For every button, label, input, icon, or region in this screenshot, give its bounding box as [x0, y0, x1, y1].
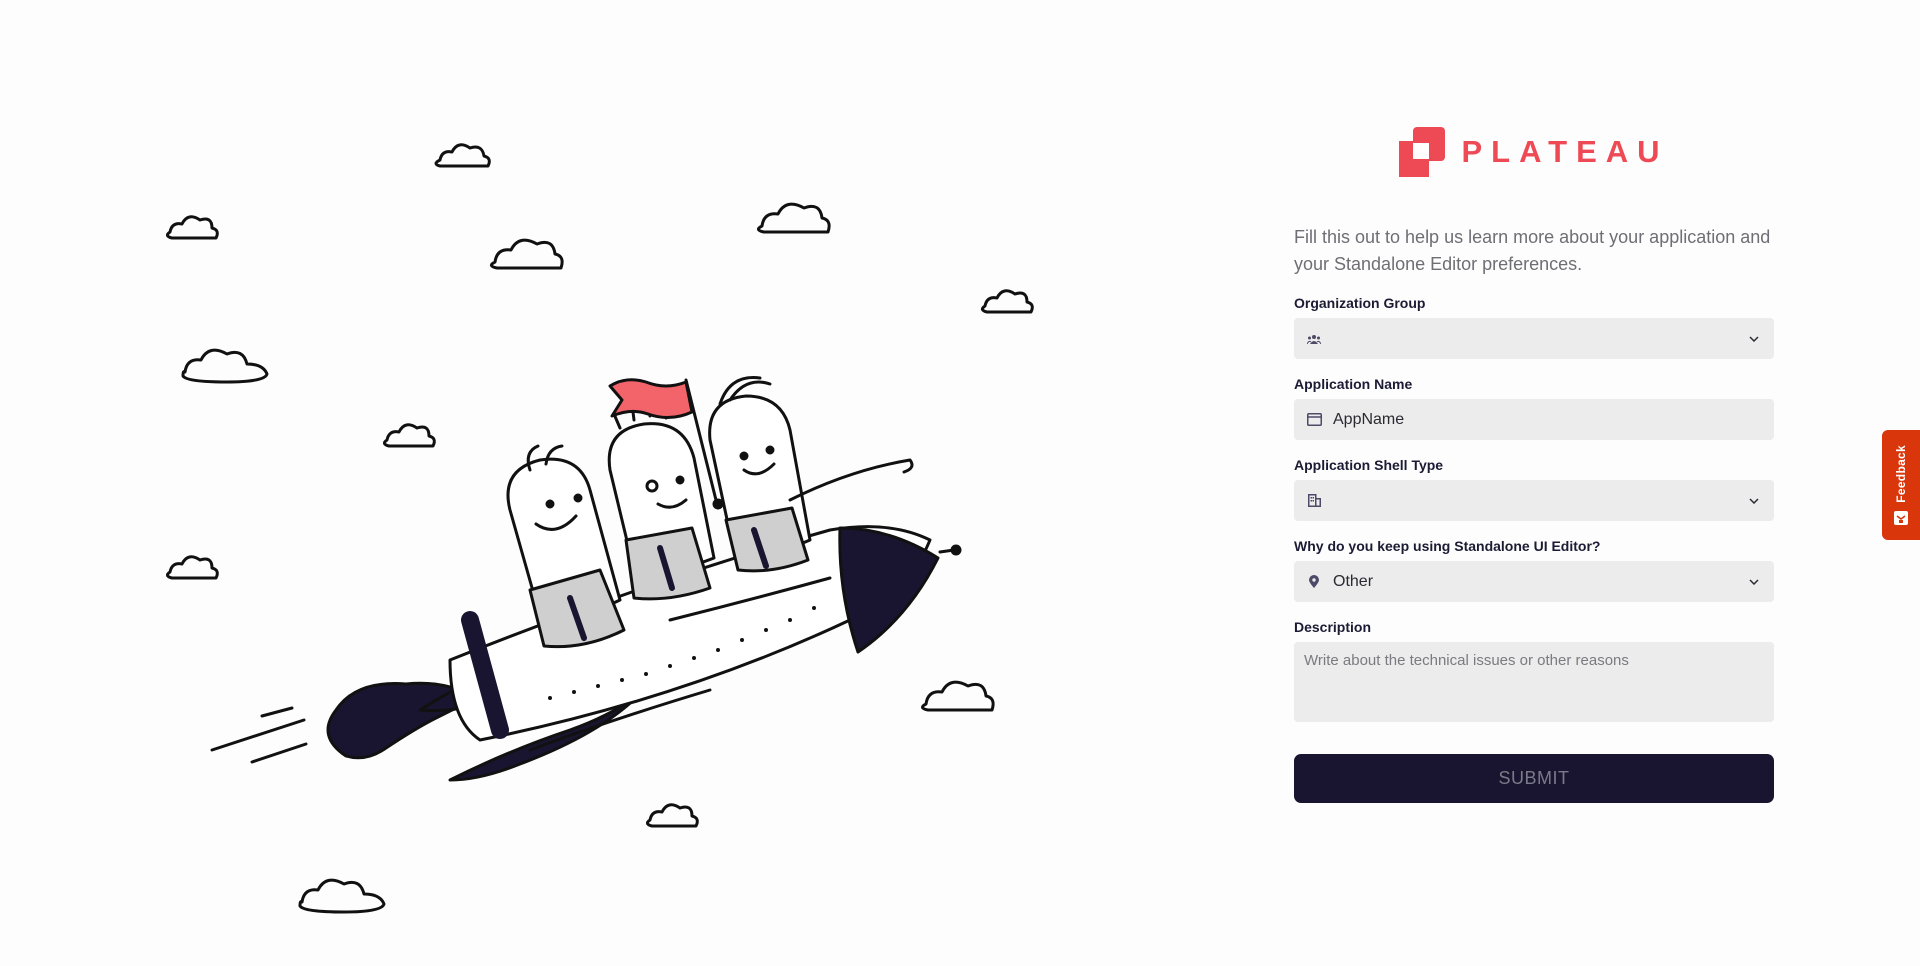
feedback-chat-icon [1894, 510, 1908, 525]
brand-logo: PLATEAU [1294, 124, 1774, 180]
page: PLATEAU Fill this out to help us learn m… [0, 0, 1920, 966]
person-left [506, 444, 626, 649]
cloud-icon [645, 803, 699, 828]
reason-field: Why do you keep using Standalone UI Edit… [1294, 537, 1774, 602]
cloud-icon [382, 423, 436, 448]
feedback-tab[interactable]: Feedback [1882, 430, 1920, 540]
cloud-icon [921, 680, 995, 712]
description-textarea-wrap [1294, 642, 1774, 722]
application-shell-type-select[interactable] [1294, 480, 1774, 521]
application-name-input-wrap [1294, 399, 1774, 440]
cloud-icon [298, 878, 386, 914]
cloud-icon [165, 555, 219, 580]
cloud-icon [490, 238, 564, 270]
application-name-input[interactable] [1333, 410, 1774, 429]
application-form-panel: PLATEAU Fill this out to help us learn m… [1294, 124, 1774, 803]
reason-label: Why do you keep using Standalone UI Edit… [1294, 538, 1601, 554]
cloud-icon [181, 348, 269, 384]
chevron-down-icon [1746, 493, 1762, 509]
cloud-icon [980, 289, 1034, 314]
description-field: Description [1294, 618, 1774, 722]
description-textarea[interactable] [1304, 652, 1764, 712]
cloud-icon [165, 215, 219, 240]
application-shell-type-field: Application Shell Type [1294, 456, 1774, 521]
people-group-icon [1306, 331, 1322, 347]
submit-button[interactable]: SUBMIT [1294, 754, 1774, 803]
organization-group-select[interactable] [1294, 318, 1774, 359]
application-name-label: Application Name [1294, 376, 1413, 392]
application-shell-type-label: Application Shell Type [1294, 457, 1444, 473]
map-pin-icon [1306, 574, 1322, 590]
description-label: Description [1294, 619, 1372, 635]
cloud-icon [434, 143, 491, 168]
chevron-down-icon [1746, 331, 1762, 347]
plateau-logo-icon [1399, 127, 1446, 177]
building-icon [1306, 493, 1322, 509]
window-icon [1306, 412, 1322, 428]
organization-group-label: Organization Group [1294, 295, 1426, 311]
application-name-field: Application Name [1294, 375, 1774, 440]
reason-select[interactable]: Other [1294, 561, 1774, 602]
brand-name: PLATEAU [1461, 134, 1669, 169]
chevron-down-icon [1746, 574, 1762, 590]
intro-text: Fill this out to help us learn more abou… [1294, 227, 1771, 274]
reason-value: Other [1333, 572, 1374, 590]
cloud-icon [757, 202, 831, 234]
organization-group-field: Organization Group [1294, 294, 1774, 359]
feedback-label: Feedback [1894, 445, 1908, 503]
rocket-illustration [165, 143, 1034, 914]
